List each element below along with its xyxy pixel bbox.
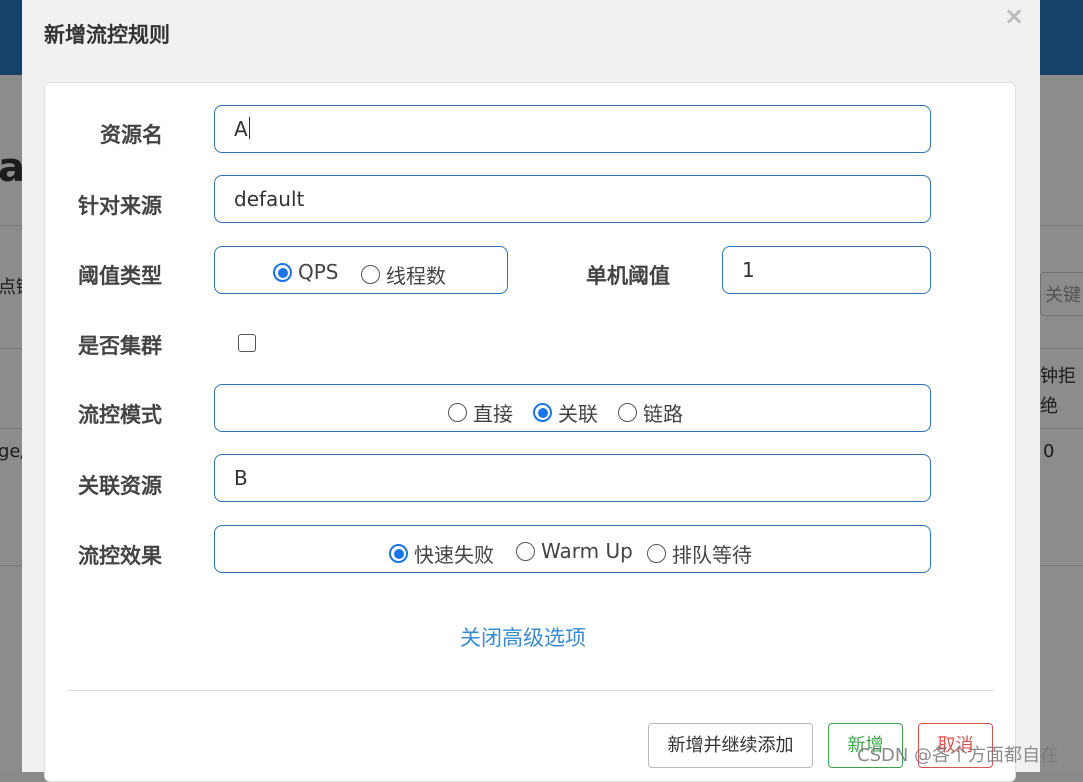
radio-label: 快速失败 — [414, 543, 494, 567]
radio-label: 直接 — [473, 402, 513, 426]
radio-selected-icon — [273, 262, 292, 282]
ref-resource-value: B — [234, 466, 248, 490]
cluster-mode-checkbox[interactable] — [238, 334, 256, 352]
close-icon[interactable]: × — [1002, 4, 1026, 28]
control-mode-group: 直接 关联 链路 — [214, 384, 931, 432]
radio-unselected-icon — [448, 403, 467, 422]
cluster-mode-label: 是否集群 — [78, 334, 162, 358]
radio-relate[interactable]: 关联 — [533, 398, 598, 427]
advanced-options-toggle[interactable]: 关闭高级选项 — [460, 622, 586, 652]
threshold-type-group: QPS 线程数 — [214, 246, 508, 294]
watermark: CSDN @各个方面都自在 — [857, 745, 1059, 766]
single-threshold-label: 单机阈值 — [586, 264, 670, 288]
text-caret — [248, 117, 250, 139]
radio-label: 链路 — [643, 402, 683, 426]
resource-name-label: 资源名 — [100, 123, 163, 147]
radio-selected-icon — [533, 403, 552, 422]
threshold-type-label: 阈值类型 — [78, 264, 162, 288]
radio-warm-up[interactable]: Warm Up — [516, 539, 633, 563]
single-threshold-value: 1 — [742, 258, 755, 282]
radio-unselected-icon — [647, 544, 666, 563]
ref-resource-input[interactable]: B — [214, 454, 931, 502]
radio-label: 排队等待 — [672, 543, 752, 567]
radio-selected-icon — [389, 544, 408, 563]
radio-qps[interactable]: QPS — [273, 260, 339, 284]
control-effect-group: 快速失败 Warm Up 排队等待 — [214, 525, 931, 573]
radio-chain[interactable]: 链路 — [618, 398, 683, 427]
resource-name-value: A — [234, 117, 250, 141]
single-threshold-input[interactable]: 1 — [722, 246, 931, 294]
radio-unselected-icon — [618, 403, 637, 422]
radio-label: 线程数 — [386, 264, 446, 288]
limit-app-value: default — [234, 187, 305, 211]
limit-app-input[interactable]: default — [214, 175, 931, 223]
control-effect-label: 流控效果 — [78, 544, 162, 568]
resource-name-input[interactable]: A — [214, 105, 931, 153]
radio-fast-fail[interactable]: 快速失败 — [389, 539, 494, 568]
radio-unselected-icon — [361, 265, 380, 284]
radio-unselected-icon — [516, 541, 535, 561]
footer-divider — [68, 690, 994, 691]
radio-label: Warm Up — [541, 539, 633, 563]
radio-thread-count[interactable]: 线程数 — [361, 260, 446, 289]
control-mode-label: 流控模式 — [78, 403, 162, 427]
add-and-continue-button[interactable]: 新增并继续添加 — [648, 723, 813, 768]
ref-resource-label: 关联资源 — [78, 474, 162, 498]
dialog-title: 新增流控规则 — [44, 23, 170, 47]
radio-queue[interactable]: 排队等待 — [647, 539, 752, 568]
radio-direct[interactable]: 直接 — [448, 398, 513, 427]
radio-label: 关联 — [558, 402, 598, 426]
limit-app-label: 针对来源 — [78, 194, 162, 218]
radio-label: QPS — [298, 260, 339, 284]
form-panel: 资源名 A 针对来源 default 阈值类型 QPS 线程数 单机阈值 1 是 — [44, 82, 1016, 782]
flow-rule-dialog: 新增流控规则 × 资源名 A 针对来源 default 阈值类型 QPS 线程数… — [22, 0, 1040, 782]
